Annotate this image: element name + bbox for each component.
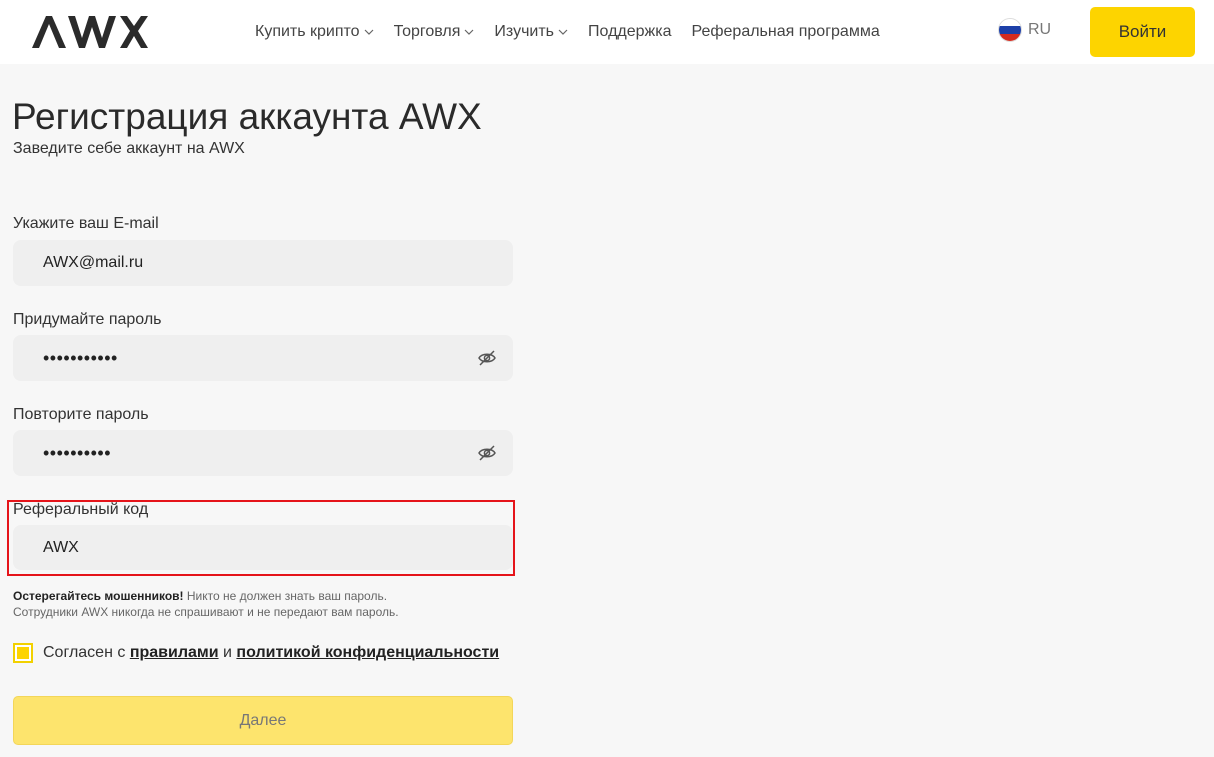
repeat-password-label: Повторите пароль <box>13 406 149 423</box>
rules-link[interactable]: правилами <box>130 644 219 661</box>
nav-buy-crypto-label: Купить крипто <box>255 23 360 40</box>
nav-support[interactable]: Поддержка <box>588 23 671 41</box>
russia-flag-icon <box>998 18 1022 42</box>
password-field[interactable]: ••••••••••• <box>13 335 513 381</box>
agree-and: и <box>223 644 232 661</box>
chevron-down-icon <box>558 29 568 35</box>
main-nav: Купить крипто Торговля Изучить Поддержка… <box>255 20 880 44</box>
security-warning: Остерегайтесь мошенников! Никто не долже… <box>13 588 399 620</box>
chevron-down-icon <box>364 29 374 35</box>
nav-trading[interactable]: Торговля <box>394 23 475 41</box>
referral-code-field[interactable]: AWX <box>13 525 513 570</box>
nav-learn-label: Изучить <box>494 23 555 40</box>
awx-logo[interactable] <box>30 12 150 52</box>
warning-text-2: Сотрудники AWX никогда не спрашивают и н… <box>13 605 399 619</box>
nav-buy-crypto[interactable]: Купить крипто <box>255 23 374 41</box>
eye-off-icon[interactable] <box>477 348 497 368</box>
nav-referral-program[interactable]: Реферальная программа <box>691 23 879 41</box>
password-value: ••••••••••• <box>43 348 118 368</box>
language-label: RU <box>1028 21 1052 38</box>
top-header: Купить крипто Торговля Изучить Поддержка… <box>0 0 1214 64</box>
page-subtitle: Заведите себе аккаунт на AWX <box>13 140 245 157</box>
email-value: AWX@mail.ru <box>43 254 144 271</box>
nav-learn[interactable]: Изучить <box>494 23 568 41</box>
nav-support-label: Поддержка <box>588 23 672 40</box>
chevron-down-icon <box>464 29 474 35</box>
referral-code-label: Реферальный код <box>13 501 149 518</box>
warning-title: Остерегайтесь мошенников! <box>13 589 184 603</box>
repeat-password-field[interactable]: •••••••••• <box>13 430 513 476</box>
nav-referral-program-label: Реферальная программа <box>691 23 880 40</box>
page-title: Регистрация аккаунта AWX <box>12 96 482 137</box>
nav-trading-label: Торговля <box>393 23 461 40</box>
email-field[interactable]: AWX@mail.ru <box>13 240 513 286</box>
terms-agreement: Согласен с правилами и политикой конфиде… <box>13 643 499 663</box>
privacy-policy-link[interactable]: политикой конфиденциальности <box>236 644 499 661</box>
next-button[interactable]: Далее <box>13 696 513 745</box>
eye-off-icon[interactable] <box>477 443 497 463</box>
terms-checkbox[interactable] <box>13 643 33 663</box>
login-button[interactable]: Войти <box>1090 7 1195 57</box>
warning-text-1: Никто не должен знать ваш пароль. <box>183 589 388 603</box>
referral-code-value: AWX <box>43 538 79 556</box>
language-selector[interactable]: RU <box>998 18 1051 42</box>
agree-prefix: Согласен с <box>43 644 126 661</box>
email-label: Укажите ваш E-mail <box>13 215 159 232</box>
password-label: Придумайте пароль <box>13 311 162 328</box>
repeat-password-value: •••••••••• <box>43 443 112 463</box>
